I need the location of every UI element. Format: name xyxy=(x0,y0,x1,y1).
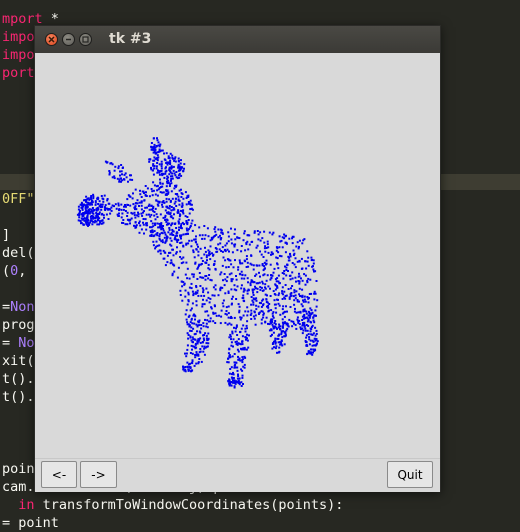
tk-window: tk #3 <- -> Quit xyxy=(34,25,441,492)
code-token: ] xyxy=(2,227,11,243)
quit-button[interactable]: Quit xyxy=(387,461,433,488)
code-token: = xyxy=(2,299,11,315)
code-line: impo xyxy=(2,28,35,46)
window-close-button[interactable] xyxy=(45,33,58,46)
window-maximize-button[interactable] xyxy=(79,33,92,46)
code-line: ] xyxy=(2,226,10,244)
code-line: 0FF" xyxy=(2,190,35,208)
button-bar: <- -> Quit xyxy=(35,458,440,492)
code-line: port xyxy=(2,64,35,82)
code-line: t(). xyxy=(2,388,35,406)
cow-points xyxy=(76,137,319,389)
code-line: poin xyxy=(2,460,35,478)
window-titlebar[interactable]: tk #3 xyxy=(35,26,440,53)
minimize-icon xyxy=(66,38,71,41)
code-line: = point xyxy=(2,514,59,532)
code-token: prog xyxy=(2,317,35,333)
code-token: poin xyxy=(2,461,35,477)
code-token: del( xyxy=(2,245,35,261)
code-line: xit( xyxy=(2,352,35,370)
code-token: Non xyxy=(10,299,35,315)
code-token: 0FF" xyxy=(2,191,35,207)
code-token: , xyxy=(18,263,27,279)
code-token: = xyxy=(2,335,19,351)
previous-button[interactable]: <- xyxy=(41,461,77,488)
next-button[interactable]: -> xyxy=(80,461,117,488)
render-canvas xyxy=(35,53,440,458)
code-token: in xyxy=(18,497,35,513)
code-token: ( xyxy=(2,263,11,279)
code-line: in transformToWindowCoordinates(points): xyxy=(2,496,343,514)
code-token: t(). xyxy=(2,389,35,405)
cow-point-cloud xyxy=(76,137,319,389)
code-line: t(). xyxy=(2,370,35,388)
code-line: =Non xyxy=(2,298,35,316)
code-line: (0, xyxy=(2,262,26,280)
code-line: del( xyxy=(2,244,35,262)
code-line: = No xyxy=(2,334,35,352)
code-token: impo xyxy=(2,29,35,45)
code-line: prog xyxy=(2,316,35,334)
window-minimize-button[interactable] xyxy=(62,33,75,46)
window-title: tk #3 xyxy=(109,31,152,47)
maximize-icon xyxy=(82,36,89,43)
code-token: No xyxy=(18,335,35,351)
code-token: t(). xyxy=(2,371,35,387)
code-token: xit( xyxy=(2,353,35,369)
close-icon xyxy=(48,36,55,43)
code-token: transformToWindowCoordinates(points): xyxy=(34,497,344,513)
code-token: port xyxy=(2,65,35,81)
code-token: = point xyxy=(2,515,59,531)
